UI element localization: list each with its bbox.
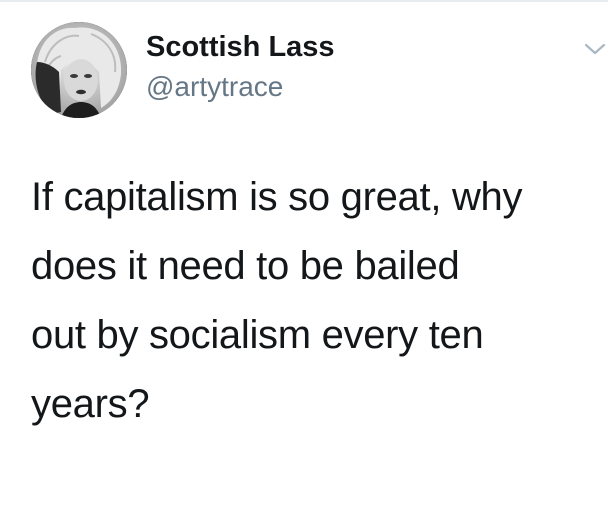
avatar-photo-icon (31, 22, 127, 118)
tweet-menu-button[interactable] (584, 40, 606, 58)
chevron-down-icon (584, 43, 606, 55)
display-name[interactable]: Scottish Lass (146, 30, 335, 64)
top-divider (0, 0, 608, 2)
tweet-text: If capitalism is so great, why does it n… (31, 175, 523, 426)
avatar[interactable] (31, 22, 127, 118)
user-handle[interactable]: @artytrace (146, 70, 283, 104)
